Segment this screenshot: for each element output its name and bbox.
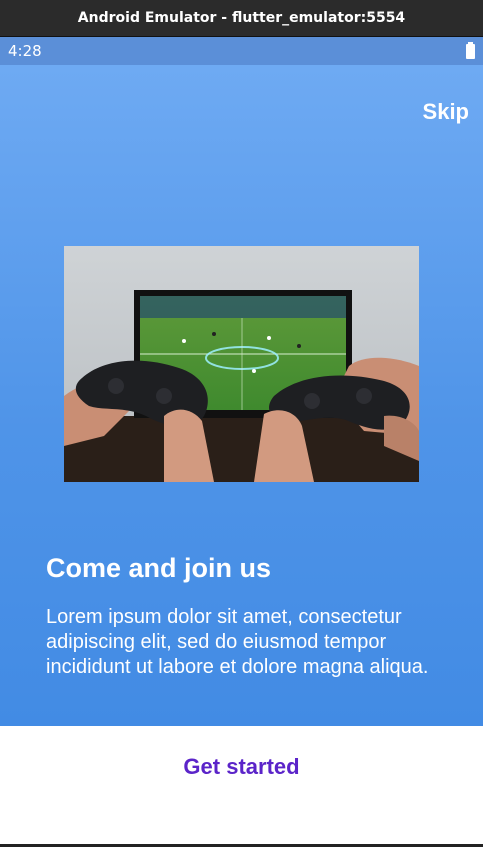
onboarding-heading: Come and join us: [46, 553, 272, 583]
gaming-photo-illustration: [64, 246, 419, 482]
skip-button[interactable]: Skip: [423, 99, 469, 125]
bottom-action-area: Get started: [0, 726, 483, 844]
onboarding-screen: Skip Come and join us Lorem ipsum dolor …: [0, 65, 483, 726]
hero-image: [64, 246, 419, 482]
android-status-bar: 4:28: [0, 37, 483, 65]
onboarding-description: Lorem ipsum dolor sit amet, consectetur …: [46, 606, 429, 678]
get-started-button[interactable]: Get started: [0, 754, 483, 780]
status-time: 4:28: [8, 42, 42, 60]
window-title-text: Android Emulator - flutter_emulator:5554: [77, 10, 406, 26]
battery-full-icon: [466, 41, 475, 59]
emulator-window-title: Android Emulator - flutter_emulator:5554: [0, 0, 483, 37]
